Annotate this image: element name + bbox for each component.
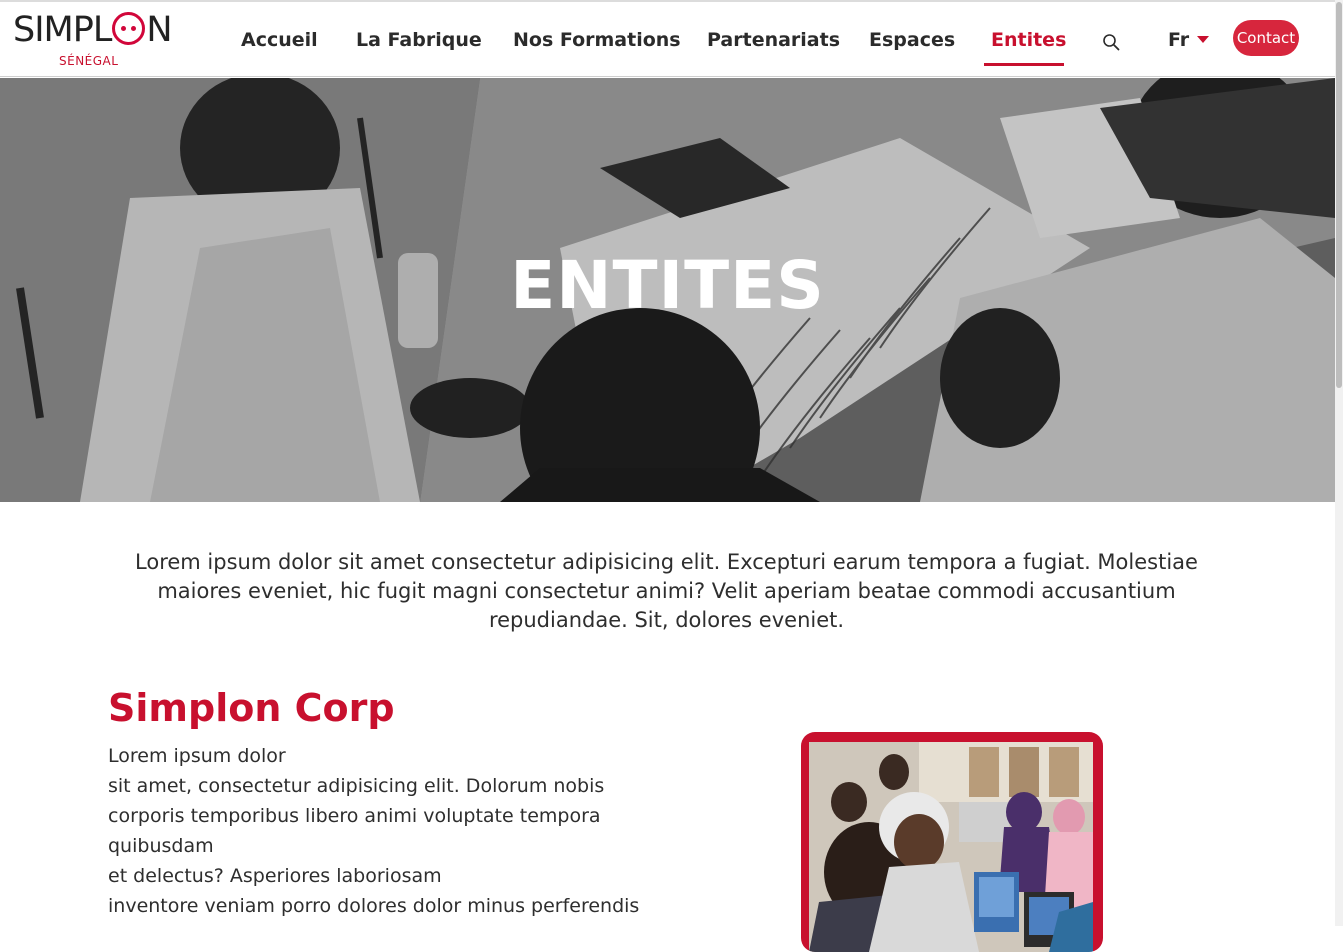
nav-partenariats[interactable]: Partenariats: [707, 28, 840, 52]
search-icon[interactable]: [1102, 33, 1120, 51]
description-line: inventore veniam porro dolores dolor min…: [108, 895, 640, 917]
logo-n: N: [146, 10, 172, 50]
section-photo: [809, 742, 1093, 952]
site-header: SIMPL N SÉNÉGAL Accueil La Fabrique Nos F…: [0, 0, 1335, 77]
hero-banner: ENTITES: [0, 78, 1335, 502]
logo-wordmark: SIMPL N: [13, 10, 173, 50]
nav-la-fabrique[interactable]: La Fabrique: [356, 28, 482, 52]
intro-paragraph: Lorem ipsum dolor sit amet consectetur a…: [135, 550, 1198, 632]
nav-espaces[interactable]: Espaces: [869, 28, 955, 52]
description-line: quibusdam: [108, 835, 214, 857]
logo-subtitle: SÉNÉGAL: [59, 54, 119, 68]
description-line: Lorem ipsum dolor: [108, 745, 286, 767]
contact-button[interactable]: Contact: [1233, 20, 1299, 56]
active-nav-underline: [984, 63, 1064, 66]
description-line: corporis temporibus libero animi volupta…: [108, 805, 601, 827]
nav-entites[interactable]: Entites: [991, 28, 1066, 52]
section-photo-frame: [801, 732, 1103, 952]
description-line: et delectus? Asperiores laboriosam: [108, 865, 442, 887]
nav-nos-formations[interactable]: Nos Formations: [513, 28, 681, 52]
nav-accueil[interactable]: Accueil: [241, 28, 318, 52]
language-selector[interactable]: Fr: [1168, 28, 1189, 52]
logo-simp: SIMPL: [13, 10, 112, 50]
scrollbar-thumb[interactable]: [1336, 2, 1342, 388]
logo-o-icon: [112, 11, 146, 45]
chevron-down-icon[interactable]: [1197, 36, 1209, 43]
simplon-logo[interactable]: SIMPL N SÉNÉGAL: [13, 10, 173, 72]
hero-title: ENTITES: [510, 247, 825, 324]
section-title: Simplon Corp: [108, 686, 395, 730]
section-description: Lorem ipsum dolor sit amet, consectetur …: [108, 741, 668, 921]
classroom-photo: [809, 742, 1093, 952]
description-line: sit amet, consectetur adipisicing elit. …: [108, 775, 605, 797]
